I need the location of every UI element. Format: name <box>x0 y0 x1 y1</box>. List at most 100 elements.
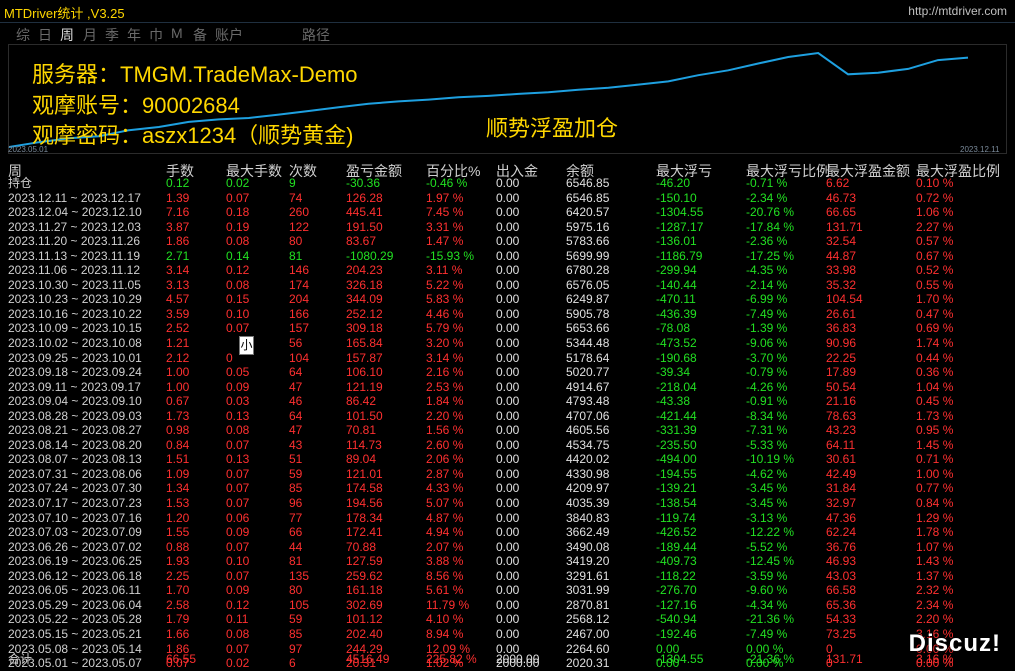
table-row[interactable]: 2023.05.15 ~ 2023.05.21 1.66 0.08 85 202.40 8… <box>0 627 1015 642</box>
tab-week[interactable]: 周 <box>60 25 74 45</box>
cell-maxfp: 62.24 <box>826 525 857 540</box>
table-row[interactable]: 2023.07.03 ~ 2023.07.09 1.55 0.09 66 172.41 4… <box>0 525 1015 540</box>
cell-lots: 2.52 <box>166 321 190 336</box>
tab-day[interactable]: 日 <box>38 25 52 45</box>
table-row[interactable]: 2023.07.10 ~ 2023.07.16 1.20 0.06 77 178.34 4… <box>0 511 1015 526</box>
table-row[interactable]: 2023.06.19 ~ 2023.06.25 1.93 0.10 81 127.59 3… <box>0 554 1015 569</box>
table-row[interactable]: 2023.07.31 ~ 2023.08.06 1.09 0.07 59 121.01 2… <box>0 467 1015 482</box>
cell-maxfppct: 0.57 % <box>916 234 954 249</box>
table-row[interactable]: 持仓 0.12 0.02 9 -30.36 -0.46 % 0.00 6546.85 -46.2… <box>0 176 1015 191</box>
cell-maxddpct: -2.34 % <box>746 190 788 205</box>
cell-pnl: 86.42 <box>346 394 377 409</box>
cell-week: 2023.07.17 ~ 2023.07.23 <box>8 496 142 511</box>
website-link[interactable]: http://mtdriver.com <box>908 4 1007 18</box>
cell-lots: 2.71 <box>166 248 190 263</box>
tab-note[interactable]: 备 <box>193 25 207 45</box>
tab-quarter[interactable]: 季 <box>105 25 119 45</box>
table-row[interactable]: 2023.10.09 ~ 2023.10.15 2.52 0.07 157 309.18… <box>0 321 1015 336</box>
cell-pnl: 309.18 <box>346 321 383 336</box>
cell-maxfppct: 1.04 % <box>916 379 954 394</box>
cell-balance: 5653.66 <box>566 321 610 336</box>
tab-magic[interactable]: M <box>171 25 183 41</box>
cell-maxddpct: -12.45 % <box>746 554 795 569</box>
cell-count: 43 <box>289 437 303 452</box>
table-row[interactable]: 2023.09.25 ~ 2023.10.01 2.12 0 104 157.87 3.1… <box>0 351 1015 366</box>
tab-overview[interactable]: 综 <box>16 25 30 45</box>
table-row[interactable]: 2023.05.29 ~ 2023.06.04 2.58 0.12 105 302.69… <box>0 598 1015 613</box>
cell-inout: 0.00 <box>496 234 520 249</box>
cell-maxlots: 0.07 <box>226 539 250 554</box>
total-pct: 225.82 % <box>426 652 477 666</box>
cell-week: 2023.09.18 ~ 2023.09.24 <box>8 365 142 380</box>
cell-inout: 0.00 <box>496 612 520 627</box>
table-row[interactable]: 2023.11.13 ~ 2023.11.19 2.71 0.14 81 -1080.2… <box>0 249 1015 264</box>
cell-lots: 1.34 <box>166 481 190 496</box>
cell-balance: 4420.02 <box>566 452 610 467</box>
table-row[interactable]: 2023.08.07 ~ 2023.08.13 1.51 0.13 51 89.04 2.… <box>0 452 1015 467</box>
table-row[interactable]: 2023.06.12 ~ 2023.06.18 2.25 0.07 135 259.62… <box>0 569 1015 584</box>
cell-pnl: 172.41 <box>346 525 383 540</box>
cell-maxdd: -190.68 <box>656 350 697 365</box>
cell-maxdd: -119.74 <box>656 510 696 525</box>
cell-maxlots: 0.08 <box>226 423 250 438</box>
tab-path[interactable]: 路径 <box>302 25 330 45</box>
table-row[interactable]: 2023.10.23 ~ 2023.10.29 4.57 0.15 204 344.09… <box>0 292 1015 307</box>
table-row[interactable]: 2023.11.27 ~ 2023.12.03 3.87 0.19 122 191.50… <box>0 220 1015 235</box>
cell-maxlots: 0.13 <box>226 408 250 423</box>
table-row[interactable]: 2023.07.17 ~ 2023.07.23 1.53 0.07 96 194.56 5… <box>0 496 1015 511</box>
cell-count: 47 <box>289 423 303 438</box>
cell-lots: 1.70 <box>166 583 190 598</box>
table-row[interactable]: 2023.11.20 ~ 2023.11.26 1.86 0.08 80 83.67 1.… <box>0 234 1015 249</box>
table-row[interactable]: 2023.09.18 ~ 2023.09.24 1.00 0.05 64 106.10 2… <box>0 365 1015 380</box>
cell-inout: 0.00 <box>496 365 520 380</box>
table-row[interactable]: 2023.08.14 ~ 2023.08.20 0.84 0.07 43 114.73 2… <box>0 438 1015 453</box>
cell-lots: 0.88 <box>166 539 190 554</box>
tab-symbol[interactable]: 巾 <box>149 25 163 45</box>
table-row[interactable]: 2023.06.26 ~ 2023.07.02 0.88 0.07 44 70.88 2.… <box>0 540 1015 555</box>
table-row[interactable]: 2023.09.04 ~ 2023.09.10 0.67 0.03 46 86.42 1.… <box>0 394 1015 409</box>
cell-balance: 6420.57 <box>566 205 610 220</box>
table-row[interactable]: 2023.06.05 ~ 2023.06.11 1.70 0.09 80 161.18 5… <box>0 583 1015 598</box>
cell-maxdd: -150.10 <box>656 190 697 205</box>
table-row[interactable]: 2023.11.06 ~ 2023.11.12 3.14 0.12 146 204.23… <box>0 263 1015 278</box>
tab-month[interactable]: 月 <box>83 25 97 45</box>
table-row[interactable]: 2023.05.22 ~ 2023.05.28 1.79 0.11 59 101.12 4… <box>0 612 1015 627</box>
cell-balance: 3291.61 <box>566 568 610 583</box>
cell-count: 135 <box>289 568 310 583</box>
tab-account[interactable]: 账户 <box>215 25 243 45</box>
table-row[interactable]: 2023.12.11 ~ 2023.12.17 1.39 0.07 74 126.28 1… <box>0 191 1015 206</box>
table-row[interactable]: 2023.09.11 ~ 2023.09.17 1.00 0.09 47 121.19 2… <box>0 380 1015 395</box>
cell-count: 66 <box>289 525 303 540</box>
cell-week: 2023.12.11 ~ 2023.12.17 <box>8 190 141 205</box>
cell-maxfppct: 1.70 % <box>916 292 954 307</box>
table-row[interactable]: 2023.10.02 ~ 2023.10.08 1.21 56 165.84 3.20 … <box>0 336 1015 351</box>
cell-pnl: 161.18 <box>346 583 383 598</box>
cell-maxfp: 32.54 <box>826 234 857 249</box>
cell-maxddpct: -3.45 % <box>746 481 788 496</box>
cell-maxddpct: -17.25 % <box>746 248 795 263</box>
cell-week: 2023.11.13 ~ 2023.11.19 <box>8 248 141 263</box>
cell-pnl: 326.18 <box>346 277 383 292</box>
cell-inout: 0.00 <box>496 248 520 263</box>
cell-lots: 1.21 <box>166 336 190 351</box>
tab-year[interactable]: 年 <box>127 25 141 45</box>
cell-maxdd: -1304.55 <box>656 205 704 220</box>
cell-maxfp: 44.87 <box>826 248 857 263</box>
table-row[interactable]: 2023.08.21 ~ 2023.08.27 0.98 0.08 47 70.81 1.… <box>0 423 1015 438</box>
cell-maxfp: 36.76 <box>826 539 857 554</box>
cell-count: 9 <box>289 176 296 190</box>
cell-inout: 0.00 <box>496 292 520 307</box>
cell-maxfp: 31.84 <box>826 481 857 496</box>
cell-maxfppct: 0.95 % <box>916 423 954 438</box>
table-row[interactable]: 2023.10.30 ~ 2023.11.05 3.13 0.08 174 326.18… <box>0 278 1015 293</box>
table-row[interactable]: 2023.08.28 ~ 2023.09.03 1.73 0.13 64 101.50 2… <box>0 409 1015 424</box>
table-row[interactable]: 2023.10.16 ~ 2023.10.22 3.59 0.10 166 252.12… <box>0 307 1015 322</box>
total-maxdd: -1304.55 <box>656 652 704 666</box>
cell-lots: 2.25 <box>166 568 190 583</box>
cell-maxfppct: 0.72 % <box>916 190 954 205</box>
cell-pct: 5.22 % <box>426 277 464 292</box>
cell-count: 81 <box>289 248 303 263</box>
cell-maxfp: 43.03 <box>826 568 857 583</box>
table-row[interactable]: 2023.07.24 ~ 2023.07.30 1.34 0.07 85 174.58 4… <box>0 481 1015 496</box>
table-row[interactable]: 2023.12.04 ~ 2023.12.10 7.16 0.18 260 445.41… <box>0 205 1015 220</box>
